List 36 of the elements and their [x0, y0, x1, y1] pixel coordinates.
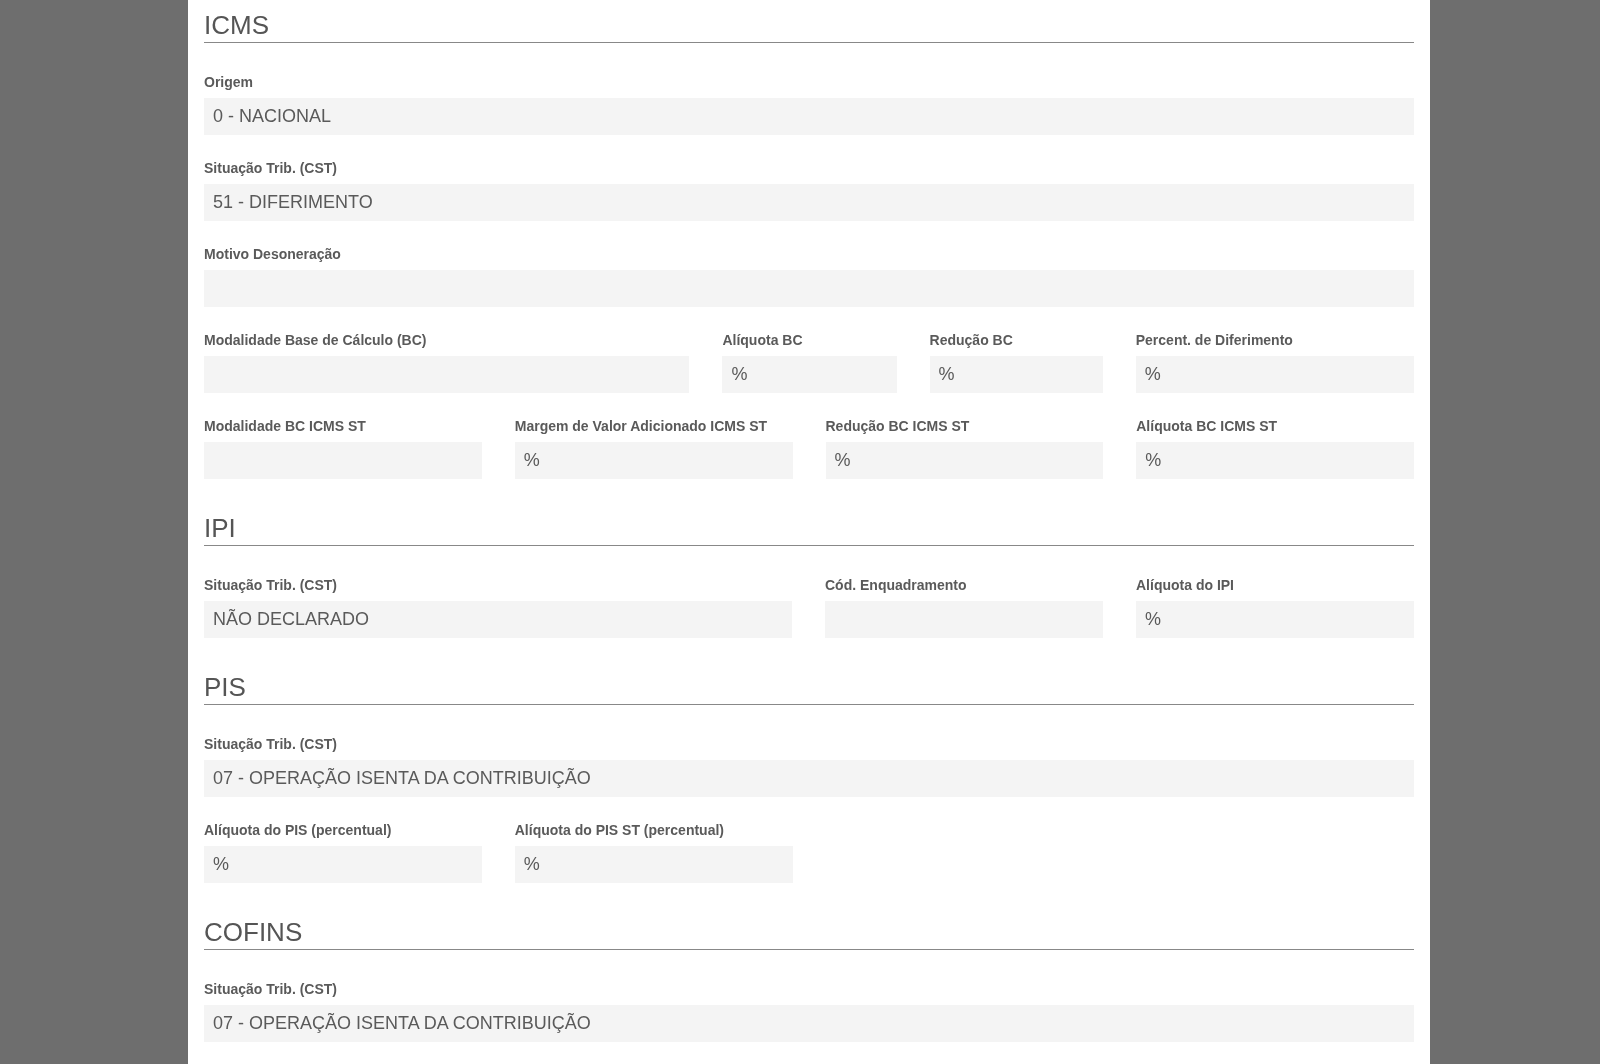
input-field[interactable]: % — [722, 356, 897, 393]
field-label: Situação Trib. (CST) — [204, 159, 338, 178]
field-label: Modalidade Base de Cálculo (BC) — [204, 331, 428, 350]
field-label: Redução BC ICMS ST — [825, 417, 971, 436]
field-label: Redução BC — [929, 331, 1014, 350]
section-heading: PIS — [204, 672, 1414, 705]
input-field[interactable]: % — [514, 442, 793, 479]
field-label: Margem de Valor Adicionado ICMS ST — [514, 417, 769, 436]
input-field[interactable]: % — [825, 442, 1104, 479]
input-field[interactable]: 51 - DIFERIMENTO — [204, 184, 1414, 221]
field-label: Percent. de Diferimento — [1135, 331, 1294, 350]
input-field[interactable]: NÃO DECLARADO — [204, 601, 792, 638]
input-field[interactable]: % — [1136, 442, 1414, 479]
field-label: Alíquota do PIS ST (percentual) — [514, 821, 725, 840]
input-field[interactable]: 07 - OPERAÇÃO ISENTA DA CONTRIBUIÇÃO — [204, 1005, 1414, 1042]
field-label: Alíquota do PIS (percentual) — [204, 821, 393, 840]
field-label: Situação Trib. (CST) — [204, 576, 338, 595]
field-label: Motivo Desoneração — [204, 245, 342, 264]
field-label: Alíquota do IPI — [1136, 576, 1235, 595]
input-field[interactable]: % — [1136, 601, 1414, 638]
input-field[interactable]: 07 - OPERAÇÃO ISENTA DA CONTRIBUIÇÃO — [204, 760, 1414, 797]
field-label: Alíquota BC — [722, 331, 804, 350]
input-field[interactable]: % — [1135, 356, 1414, 393]
field-label: Alíquota BC ICMS ST — [1136, 417, 1279, 436]
input-field[interactable]: % — [204, 846, 482, 883]
field-label: Situação Trib. (CST) — [204, 980, 338, 999]
field-label: Modalidade BC ICMS ST — [204, 417, 367, 436]
section-heading: COFINS — [204, 917, 1414, 950]
field-label: Situação Trib. (CST) — [204, 735, 338, 754]
input-field[interactable]: % — [929, 356, 1103, 393]
section-heading: IPI — [204, 513, 1414, 546]
input-field[interactable]: 0 - NACIONAL — [204, 98, 1414, 135]
section-heading: ICMS — [204, 10, 1414, 43]
field-label: Origem — [204, 73, 254, 92]
input-field[interactable]: % — [514, 846, 793, 883]
field-label: Cód. Enquadramento — [825, 576, 968, 595]
